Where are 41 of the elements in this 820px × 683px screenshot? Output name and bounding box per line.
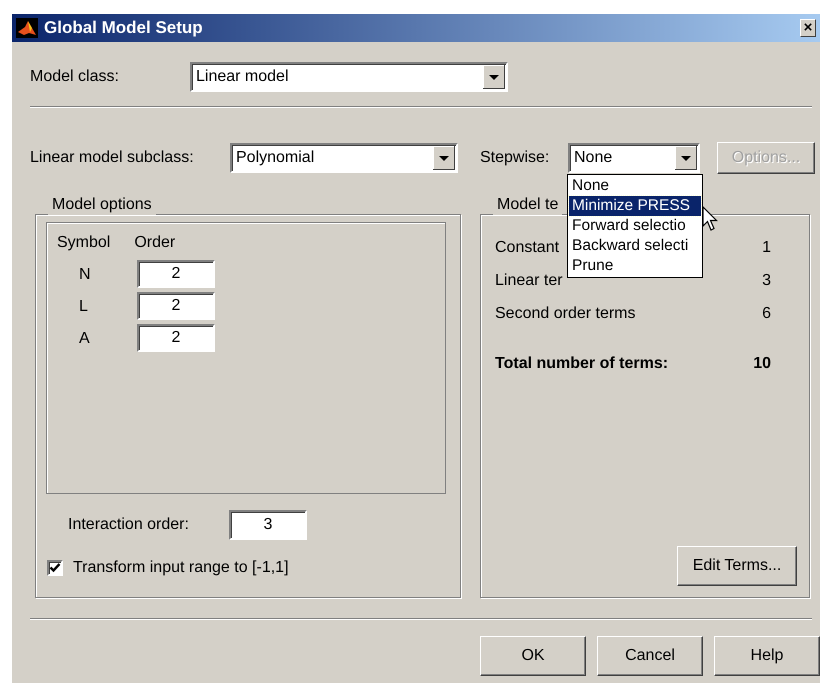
term-count: 1 — [762, 238, 771, 258]
total-label: Total number of terms: — [495, 354, 668, 373]
term-label: Linear ter — [495, 271, 563, 290]
subclass-label: Linear model subclass: — [30, 148, 195, 168]
ok-button[interactable]: OK — [480, 636, 586, 676]
help-button[interactable]: Help — [714, 636, 820, 676]
edit-terms-button[interactable]: Edit Terms... — [677, 546, 797, 586]
term-count: 3 — [762, 271, 771, 290]
total-count: 10 — [753, 354, 771, 373]
dropdown-arrow-icon — [483, 65, 505, 89]
close-button[interactable]: × — [800, 19, 816, 37]
stepwise-dropdown[interactable]: None — [568, 143, 700, 173]
window-title: Global Model Setup — [44, 18, 203, 38]
term-label: Constant — [495, 238, 560, 258]
dropdown-option[interactable]: Minimize PRESS — [569, 196, 701, 216]
transform-checkbox[interactable] — [47, 560, 63, 576]
dropdown-option[interactable]: Backward selecti — [569, 236, 701, 256]
order-field[interactable]: 2 — [137, 292, 215, 320]
stepwise-label: Stepwise: — [480, 148, 550, 168]
interaction-order-field[interactable]: 3 — [229, 510, 307, 540]
symbol-label: A — [78, 328, 91, 348]
cancel-button[interactable]: Cancel — [597, 636, 703, 676]
column-header: Order — [134, 233, 176, 252]
symbol-label: N — [78, 264, 92, 284]
subclass-dropdown[interactable]: Polynomial — [230, 143, 458, 173]
order-field[interactable]: 2 — [137, 260, 215, 288]
dropdown-arrow-icon — [433, 146, 455, 170]
app-logo-icon — [16, 18, 38, 38]
symbol-label: L — [78, 296, 89, 316]
term-count: 6 — [762, 304, 771, 324]
dropdown-option[interactable]: Prune — [569, 256, 701, 276]
column-header: Symbol — [57, 233, 110, 252]
dropdown-option[interactable]: Forward selectio — [569, 216, 701, 236]
dropdown-arrow-icon — [675, 146, 697, 170]
term-label: Second order terms — [495, 304, 636, 324]
transform-label: Transform input range to [-1,1] — [73, 558, 289, 578]
model-class-dropdown[interactable]: Linear model — [190, 62, 508, 92]
interaction-order-label: Interaction order: — [68, 515, 190, 535]
order-field[interactable]: 2 — [137, 324, 215, 352]
model-class-label: Model class: — [30, 67, 120, 87]
dropdown-option[interactable]: None — [569, 176, 701, 196]
